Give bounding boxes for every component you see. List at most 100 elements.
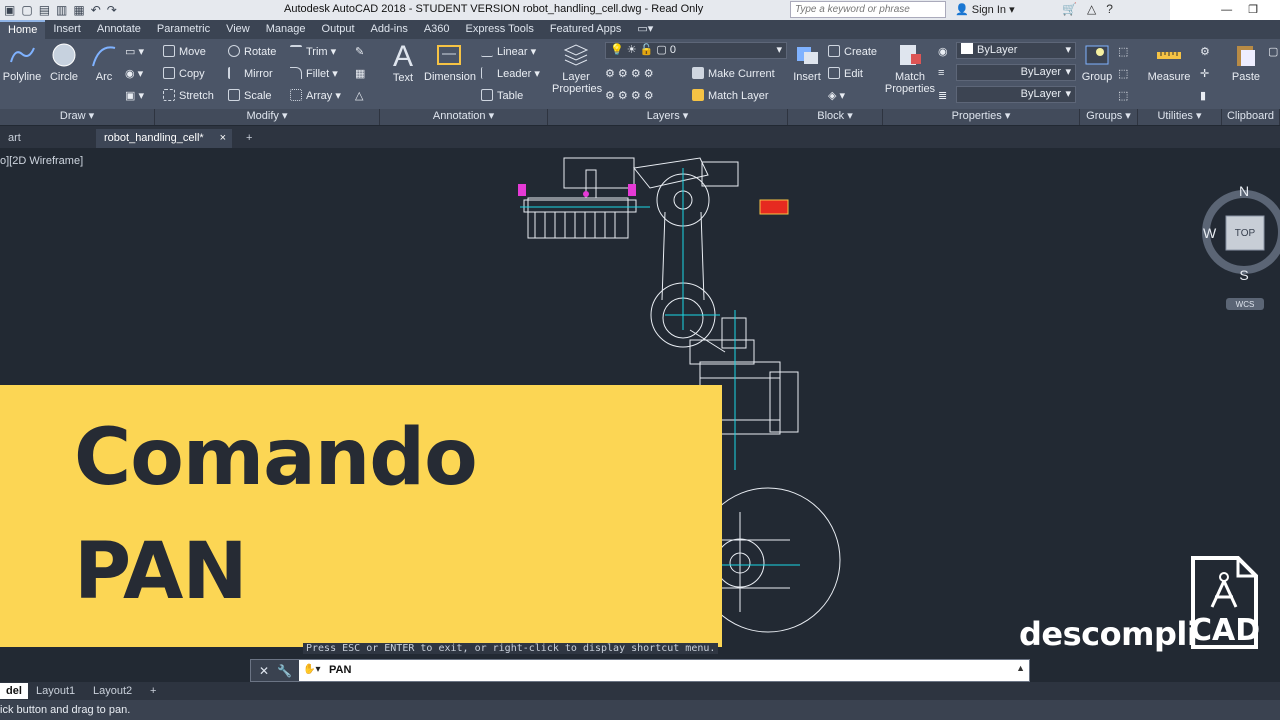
group-button[interactable]: Group xyxy=(1080,42,1114,83)
draw-panel-title[interactable]: Draw ▾ xyxy=(0,109,155,125)
undo-icon[interactable]: ↶ xyxy=(91,2,101,18)
minimize-icon[interactable]: — xyxy=(1221,0,1232,20)
clipboard-panel-title[interactable]: Clipboard xyxy=(1222,109,1280,125)
ribbon-tab-parametric[interactable]: Parametric xyxy=(149,20,218,39)
ribbon-tab-a360[interactable]: A360 xyxy=(416,20,458,39)
color-dropdown[interactable]: ByLayer ▾ xyxy=(956,42,1076,59)
exchange-icon[interactable]: △ xyxy=(1087,2,1096,16)
block-attribute-icon[interactable]: ◈ ▾ xyxy=(828,89,845,102)
hatch-icon[interactable]: ◉ ▾ xyxy=(125,67,143,80)
ungroup-icon[interactable]: ⬚ xyxy=(1118,45,1128,58)
open-icon[interactable]: ▤ xyxy=(39,2,50,18)
circle-button[interactable]: Circle xyxy=(46,42,82,83)
chevron-up-icon[interactable]: ▲ xyxy=(1016,663,1025,673)
properties-panel-title[interactable]: Properties ▾ xyxy=(883,109,1080,125)
point-icon[interactable]: ✛ xyxy=(1200,67,1209,80)
ribbon-tab-annotate[interactable]: Annotate xyxy=(89,20,149,39)
erase-icon[interactable]: ✎ xyxy=(355,45,364,58)
linear-button[interactable]: Linear ▾ xyxy=(481,45,536,58)
text-button[interactable]: A Text xyxy=(386,42,420,85)
polyline-button[interactable]: Polyline xyxy=(2,42,42,83)
cart-icon[interactable]: 🛒 xyxy=(1062,2,1077,16)
redo-icon[interactable]: ↷ xyxy=(107,2,117,18)
rectangle-icon[interactable]: ▭ ▾ xyxy=(125,45,144,58)
group-edit-icon[interactable]: ⬚ xyxy=(1118,67,1128,80)
offset-icon[interactable]: △ xyxy=(355,89,363,102)
ribbon-tab-insert[interactable]: Insert xyxy=(45,20,89,39)
save-icon[interactable]: ▥ xyxy=(56,2,67,18)
add-layout-button[interactable]: + xyxy=(144,683,162,699)
table-button[interactable]: Table xyxy=(481,89,523,102)
block-panel-title[interactable]: Block ▾ xyxy=(788,109,883,125)
search-input[interactable]: Type a keyword or phrase xyxy=(790,1,946,18)
ribbon-tab-featured-apps[interactable]: Featured Apps xyxy=(542,20,630,39)
print-icon[interactable]: ▦ xyxy=(73,2,84,18)
chevron-down-icon: ▾ xyxy=(776,44,782,56)
make-current-button[interactable]: Make Current xyxy=(692,67,775,80)
add-tab-button[interactable]: + xyxy=(238,129,260,148)
groups-panel-title[interactable]: Groups ▾ xyxy=(1080,109,1138,125)
match-layer-button[interactable]: Match Layer xyxy=(692,89,769,102)
wrench-icon[interactable]: 🔧 xyxy=(277,664,292,678)
help-icon[interactable]: ? xyxy=(1106,2,1113,16)
ribbon-tab-add-ins[interactable]: Add-ins xyxy=(363,20,416,39)
ribbon-tab-manage[interactable]: Manage xyxy=(258,20,314,39)
sign-in-button[interactable]: 👤 Sign In ▾ xyxy=(955,3,1015,16)
stretch-button[interactable]: Stretch xyxy=(163,89,214,102)
mirror-button[interactable]: Mirror xyxy=(228,67,273,80)
group-select-icon[interactable]: ⬚ xyxy=(1118,89,1128,102)
quick-select-icon[interactable]: ⚙ xyxy=(1200,45,1210,58)
clipboard-copy-icon[interactable]: ▢ xyxy=(1268,45,1278,58)
utilities-panel-title[interactable]: Utilities ▾ xyxy=(1138,109,1222,125)
lineweight-dropdown[interactable]: ByLayer ▾ xyxy=(956,86,1076,103)
measure-button[interactable]: Measure xyxy=(1143,42,1195,83)
ribbon-options-icon[interactable]: ▭▾ xyxy=(629,20,661,39)
layers-panel-title[interactable]: Layers ▾ xyxy=(548,109,788,125)
edit-block-button[interactable]: Edit xyxy=(828,67,863,80)
modify-panel-title[interactable]: Modify ▾ xyxy=(155,109,380,125)
fillet-button[interactable]: Fillet ▾ xyxy=(290,67,338,80)
explode-icon[interactable]: ▦ xyxy=(355,67,365,80)
trim-button[interactable]: Trim ▾ xyxy=(290,45,336,58)
layer-tools-row-2[interactable]: ⚙ ⚙ ⚙ ⚙ xyxy=(605,89,654,102)
layer-dropdown[interactable]: 💡 ☀ 🔓 ▢ 0 ▾ xyxy=(605,42,787,59)
app-menu-icon[interactable]: ▣ xyxy=(4,2,15,18)
match-properties-button[interactable]: Match Properties xyxy=(884,42,936,95)
create-block-button[interactable]: Create xyxy=(828,45,877,58)
region-icon[interactable]: ▣ ▾ xyxy=(125,89,144,102)
command-input[interactable]: PAN xyxy=(329,664,351,676)
insert-button[interactable]: Insert xyxy=(790,42,824,83)
leader-button[interactable]: Leader ▾ xyxy=(481,67,540,80)
layer-tools-row-1[interactable]: ⚙ ⚙ ⚙ ⚙ xyxy=(605,67,654,80)
fillet-icon xyxy=(290,67,302,79)
ribbon-tab-home[interactable]: Home xyxy=(0,20,46,39)
array-button[interactable]: Array ▾ xyxy=(290,89,341,102)
move-button[interactable]: Move xyxy=(163,45,206,58)
dimension-button[interactable]: Dimension xyxy=(424,42,476,83)
viewport-controls[interactable]: o][2D Wireframe] xyxy=(0,155,83,167)
close-icon[interactable]: × xyxy=(220,129,226,147)
new-icon[interactable]: ▢ xyxy=(21,2,32,18)
copy-button[interactable]: Copy xyxy=(163,67,205,80)
arc-button[interactable]: Arc xyxy=(88,42,120,83)
annotation-panel-title[interactable]: Annotation ▾ xyxy=(380,109,548,125)
tab-drawing[interactable]: robot_handling_cell* × xyxy=(96,129,232,148)
rotate-icon xyxy=(228,45,240,57)
layer-properties-button[interactable]: Layer Properties xyxy=(552,42,602,95)
viewcube[interactable]: TOP N S W WCS xyxy=(1198,180,1280,320)
tab-layout1[interactable]: Layout1 xyxy=(30,683,81,699)
linetype-dropdown[interactable]: ByLayer ▾ xyxy=(956,64,1076,81)
scale-button[interactable]: Scale xyxy=(228,89,272,102)
calculator-icon[interactable]: ▮ xyxy=(1200,89,1206,102)
command-line[interactable]: ✕ 🔧 ✋▾ PAN ▲ xyxy=(250,659,1030,682)
tab-start[interactable]: art xyxy=(0,129,29,148)
ribbon-tab-express-tools[interactable]: Express Tools xyxy=(458,20,542,39)
tab-model[interactable]: del xyxy=(0,683,28,699)
rotate-button[interactable]: Rotate xyxy=(228,45,276,58)
paste-button[interactable]: Paste xyxy=(1226,42,1266,83)
ribbon-tab-view[interactable]: View xyxy=(218,20,258,39)
close-icon[interactable]: ✕ xyxy=(259,664,269,678)
ribbon-tab-output[interactable]: Output xyxy=(314,20,363,39)
restore-icon[interactable]: ❐ xyxy=(1248,0,1258,20)
tab-layout2[interactable]: Layout2 xyxy=(87,683,138,699)
